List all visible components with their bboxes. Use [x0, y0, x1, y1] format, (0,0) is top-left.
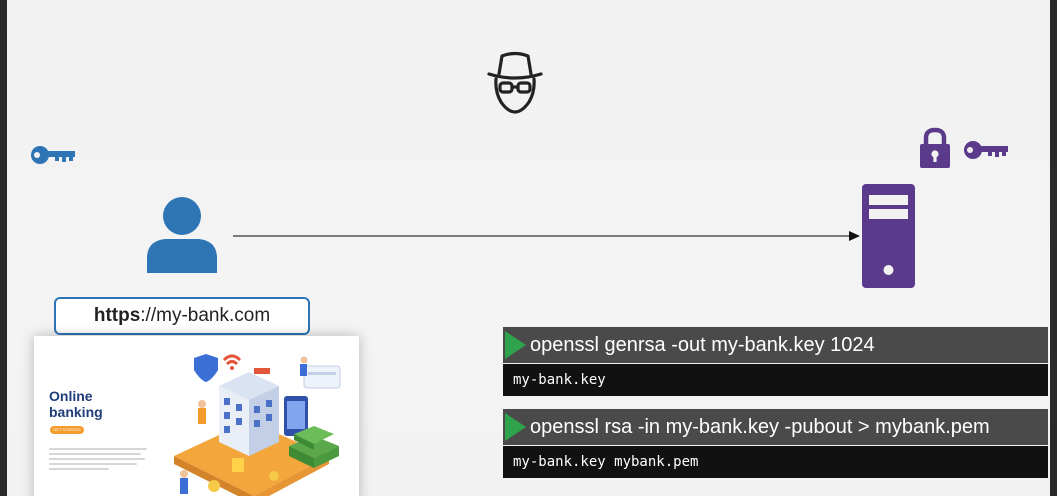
get-started-button[interactable]: GET STARTED: [50, 426, 84, 434]
user-icon: [147, 197, 217, 273]
terminal-command-genrsa: openssl genrsa -out my-bank.key 1024: [503, 327, 1048, 363]
server-icon: [862, 184, 915, 288]
server-key-icon: [964, 141, 1008, 159]
lock-icon: [920, 127, 950, 168]
hacker-spy-icon: [487, 51, 543, 114]
terminal-output-pubout: my-bank.key mybank.pem: [503, 446, 1048, 478]
command-text: openssl rsa -in my-bank.key -pubout > my…: [530, 415, 990, 438]
website-body-text: [49, 448, 149, 478]
bank-website-preview: Online banking GET STARTED: [34, 336, 359, 496]
url-bar[interactable]: https://my-bank.com: [54, 297, 310, 335]
website-title: Online banking: [49, 388, 103, 420]
diagram-canvas: https://my-bank.com Online banking GET S…: [7, 0, 1050, 496]
request-arrow: [233, 231, 860, 241]
terminal-command-pubout: openssl rsa -in my-bank.key -pubout > my…: [503, 409, 1048, 445]
terminal-output-genrsa: my-bank.key: [503, 364, 1048, 396]
banking-illustration: [174, 354, 341, 496]
play-icon: [505, 331, 526, 359]
url-scheme: https: [93, 305, 141, 326]
url-rest: ://my-bank.com: [140, 305, 271, 326]
play-icon: [505, 413, 526, 441]
user-key-icon: [31, 146, 75, 164]
command-text: openssl genrsa -out my-bank.key 1024: [530, 333, 875, 356]
